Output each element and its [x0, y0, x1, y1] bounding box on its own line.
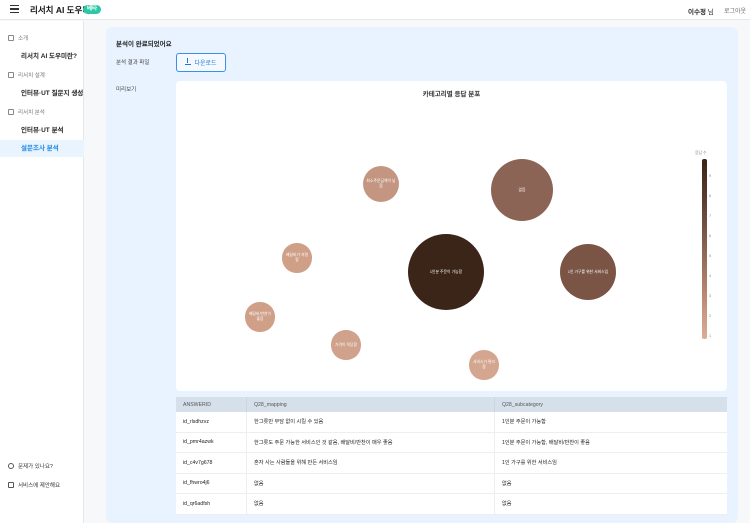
table-row: id_fhwro4j6 없음 없음	[176, 473, 727, 494]
bubble[interactable]: 최소주문금액이 낮음	[362, 165, 400, 203]
done-title: 분석이 완료되었어요	[116, 41, 172, 48]
table-cell: 없음	[246, 494, 494, 514]
col-mapping: Q28_mapping	[246, 397, 494, 412]
table-cell: 한그릇도 주문 가능한 서비스인 것 같음, 배달비/반찬이 매우 좋음	[246, 432, 494, 452]
download-label: 다운로드	[194, 61, 217, 67]
col-subcategory: Q28_subcategory	[494, 397, 727, 412]
help-link[interactable]: 문제가 있나요?	[8, 462, 53, 470]
table-cell: 한그릇만 부담 없이 시킬 수 있음	[246, 412, 494, 432]
table-cell: id_fhwro4j6	[183, 480, 210, 487]
table-cell: 없음	[246, 473, 494, 493]
sidebar-item-interview-analysis[interactable]: 인터뷰·UT 분석	[0, 122, 84, 139]
colorbar-tick: 9	[709, 174, 712, 178]
file-label: 분석 결과 파일	[116, 60, 150, 66]
results-table: ANSWERID Q28_mapping Q28_subcategory id_…	[176, 397, 727, 515]
folder-icon	[8, 109, 14, 115]
user-suffix: 님	[705, 9, 714, 16]
section-intro-label: 소개	[18, 36, 29, 42]
bubble[interactable]: 1인분 주문이 가능함	[407, 233, 485, 311]
table-row: id_rlsdhzvz 한그릇만 부담 없이 시킬 수 있음 1인분 주문이 가능함	[176, 412, 727, 433]
table-cell: id_c4v7g678	[183, 459, 213, 466]
top-bar: 리서치 AI 도우미 베타 이수정 님 로그아웃	[0, 0, 750, 20]
result-panel: 분석이 완료되었어요 분석 결과 파일 다운로드 미리보기 카테고리별 응답 분…	[106, 27, 738, 523]
help-icon	[8, 463, 14, 469]
download-button[interactable]: 다운로드	[176, 53, 226, 72]
table-cell: 없음	[494, 473, 727, 493]
colorbar-tick: 8	[709, 194, 712, 198]
table-row: id_pmr4azwk 한그릇도 주문 가능한 서비스인 것 같음, 배달비/반찬…	[176, 432, 727, 453]
chart-title: 카테고리별 응답 분포	[422, 91, 481, 98]
bubble[interactable]: 배달비/반찬이 좋음	[245, 302, 275, 332]
table-row: id_c4v7g678 혼자 사는 사람들을 위해 만든 서비스임 1인 가구를 위…	[176, 453, 727, 474]
preview-label: 미리보기	[116, 87, 137, 93]
section-intro: 소개	[8, 34, 28, 42]
section-design: 리서치 설계	[8, 71, 45, 79]
bubble[interactable]: 없음	[490, 158, 554, 222]
colorbar-tick: 4	[709, 274, 712, 278]
user-name-text: 이수정	[688, 9, 706, 16]
sidebar-item-about[interactable]: 리서치 AI 도우미란?	[0, 48, 84, 65]
brand-title[interactable]: 리서치 AI 도우미	[30, 4, 90, 16]
table-header: ANSWERID Q28_mapping Q28_subcategory	[176, 397, 727, 412]
bubble[interactable]: 서비스가 편리함	[469, 350, 499, 380]
table-cell: 1인분 주문이 가능함, 배달비/반찬이 좋음	[494, 432, 727, 452]
colorbar	[702, 159, 707, 339]
table-row: id_qr6adfsh 없음 없음	[176, 494, 727, 515]
colorbar-tick: 1	[709, 334, 712, 338]
colorbar-title: 응답 수	[695, 151, 707, 155]
beta-badge: 베타	[83, 5, 102, 14]
colorbar-tick: 6	[709, 234, 712, 238]
help-label: 문제가 있나요?	[18, 464, 53, 470]
sidebar: 소개 리서치 AI 도우미란? 리서치 설계 인터뷰·UT 질문지 생성 리서치…	[0, 21, 84, 523]
table-cell: 혼자 사는 사람들을 위해 만든 서비스임	[246, 453, 494, 473]
download-icon	[185, 58, 192, 65]
bubble[interactable]: 가격이 적당함	[331, 330, 361, 360]
sidebar-item-survey-analysis[interactable]: 설문조사 분석	[0, 140, 84, 157]
table-cell: id_qr6adfsh	[183, 500, 211, 507]
menu-icon[interactable]	[10, 5, 19, 13]
table-cell: id_rlsdhzvz	[183, 418, 209, 425]
suggest-link[interactable]: 서비스에 제안해요	[8, 481, 60, 489]
table-cell: 1인분 주문이 가능함	[494, 412, 727, 432]
sidebar-item-question-gen[interactable]: 인터뷰·UT 질문지 생성	[0, 85, 84, 102]
colorbar-tick: 3	[709, 294, 712, 298]
colorbar-tick: 7	[709, 214, 712, 218]
pencil-icon	[8, 72, 14, 78]
user-name: 이수정 님	[688, 6, 714, 16]
suggest-label: 서비스에 제안해요	[18, 483, 61, 489]
bubble-chart: 카테고리별 응답 분포 응답 수 1인분 주문이 가능함 없음 1인 가구를 위한 …	[176, 81, 727, 391]
section-analysis-label: 리서치 분석	[18, 110, 45, 116]
colorbar-tick: 5	[709, 254, 712, 258]
table-cell: id_pmr4azwk	[183, 439, 214, 446]
megaphone-icon	[8, 482, 14, 488]
table-cell: 없음	[494, 494, 727, 514]
table-cell: 1인 가구를 위한 서비스임	[494, 453, 727, 473]
col-answerid: ANSWERID	[183, 401, 211, 408]
bubble[interactable]: 1인 가구를 위한 서비스임	[559, 243, 617, 301]
home-icon	[8, 35, 14, 41]
section-design-label: 리서치 설계	[18, 73, 45, 79]
colorbar-tick: 2	[709, 314, 712, 318]
logout-link[interactable]: 로그아웃	[724, 6, 746, 15]
section-analysis: 리서치 분석	[8, 108, 45, 116]
bubble[interactable]: 배달비가 저렴함	[282, 243, 312, 273]
